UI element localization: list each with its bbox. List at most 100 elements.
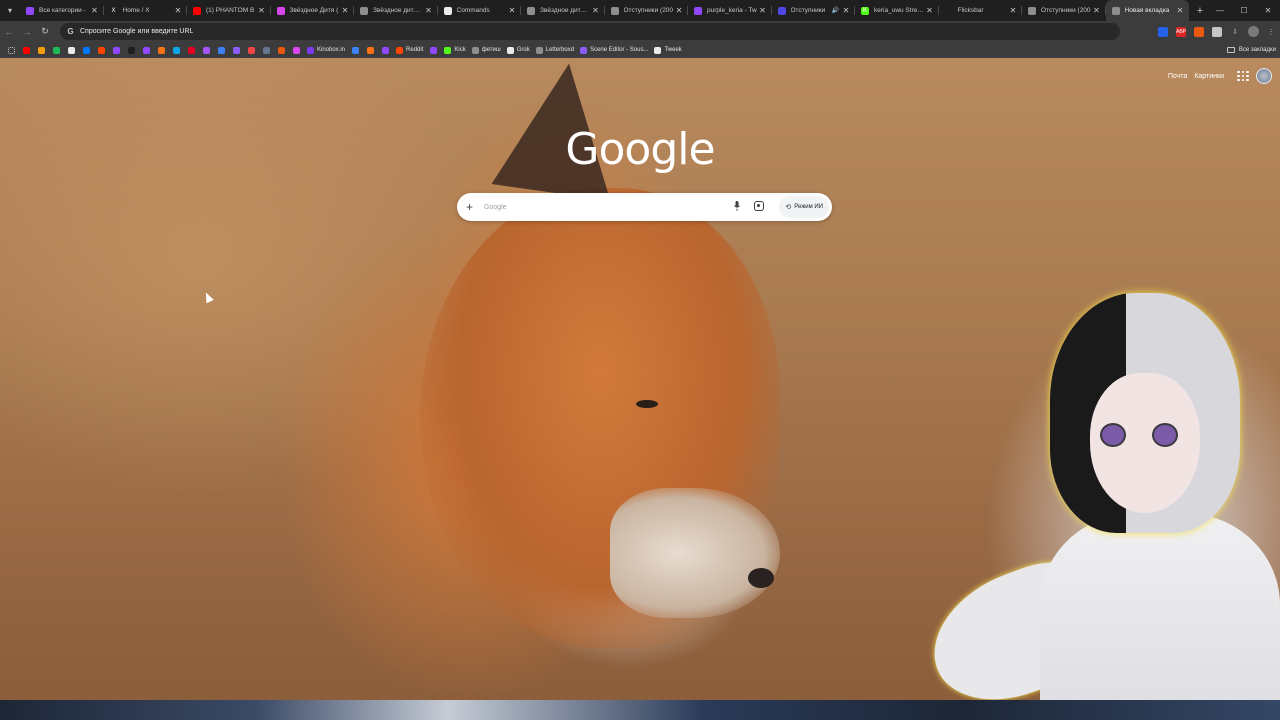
tab-strip: ▾ Все категории - ✕ X Home / X ✕ (1) PHANTOM … xyxy=(0,0,1280,21)
google-lens-icon[interactable] xyxy=(754,201,764,211)
close-tab-icon[interactable]: ✕ xyxy=(424,6,434,15)
bookmark-item[interactable] xyxy=(34,42,49,58)
tab[interactable]: purple_keria - Tw ✕ xyxy=(688,0,772,21)
maximize-button[interactable]: ☐ xyxy=(1232,0,1256,21)
search-box[interactable]: + ⟲ Режим ИИ xyxy=(457,193,832,221)
bookmark-item[interactable] xyxy=(169,42,184,58)
address-bar[interactable]: G Спросите Google или введите URL xyxy=(60,23,1120,40)
close-tab-icon[interactable]: ✕ xyxy=(1175,6,1185,15)
tab[interactable]: Звёздное Дитя (✕ xyxy=(271,0,355,21)
tab-search-button[interactable]: ▾ xyxy=(0,0,20,21)
bookmark-item[interactable] xyxy=(274,42,289,58)
bookmark-item[interactable] xyxy=(109,42,124,58)
bookmark-icon xyxy=(263,46,270,54)
bookmark-item[interactable]: Tweek xyxy=(651,42,684,58)
reddit-icon xyxy=(396,46,404,54)
tab[interactable]: Kkeria_uwu Stream ✕ xyxy=(855,0,939,21)
bookmark-item[interactable]: Kinobox.in xyxy=(304,42,348,58)
bookmark-item[interactable]: Scene Editor - Sous... xyxy=(577,42,651,58)
close-window-button[interactable]: ✕ xyxy=(1256,0,1280,21)
bookmark-item[interactable] xyxy=(426,42,441,58)
tab[interactable]: Flicksbar ✕ xyxy=(939,0,1023,21)
bookmark-item[interactable] xyxy=(214,42,229,58)
close-tab-icon[interactable]: ✕ xyxy=(841,6,851,15)
speaker-icon[interactable]: 🔊 xyxy=(832,7,839,14)
bookmark-item[interactable] xyxy=(289,42,304,58)
close-tab-icon[interactable]: ✕ xyxy=(257,6,267,15)
close-tab-icon[interactable]: ✕ xyxy=(173,6,183,15)
search-input[interactable] xyxy=(484,203,724,211)
apps-icon[interactable] xyxy=(4,42,19,58)
close-tab-icon[interactable]: ✕ xyxy=(758,6,768,15)
bookmark-item[interactable] xyxy=(378,42,393,58)
bookmark-item[interactable] xyxy=(348,42,363,58)
tab[interactable]: (1) PHANTOM B ✕ xyxy=(187,0,271,21)
ai-mode-button[interactable]: ⟲ Режим ИИ xyxy=(779,196,829,218)
minimize-button[interactable]: — xyxy=(1208,0,1232,21)
tab[interactable]: Отступники (200 ✕ xyxy=(605,0,689,21)
menu-icon[interactable]: ⋮ xyxy=(1262,21,1280,42)
tab[interactable]: Отступники 🔊 ✕ xyxy=(772,0,856,21)
tab-title: (1) PHANTOM B xyxy=(206,7,255,14)
downloads-icon[interactable]: ⇩ xyxy=(1226,21,1244,42)
close-tab-icon[interactable]: ✕ xyxy=(90,6,100,15)
extension-button[interactable] xyxy=(1208,21,1226,42)
tab[interactable]: Все категории - ✕ xyxy=(20,0,104,21)
microphone-icon[interactable] xyxy=(734,201,740,211)
google-apps-icon[interactable] xyxy=(1236,69,1250,83)
close-tab-icon[interactable]: ✕ xyxy=(340,6,350,15)
bookmark-item[interactable]: Reddit xyxy=(393,42,426,58)
account-avatar[interactable] xyxy=(1256,68,1272,84)
close-tab-icon[interactable]: ✕ xyxy=(925,6,935,15)
extension-button[interactable]: ABP xyxy=(1172,21,1190,42)
all-bookmarks-button[interactable]: Все закладки xyxy=(1226,42,1276,58)
bookmark-item[interactable] xyxy=(199,42,214,58)
profile-avatar[interactable] xyxy=(1244,21,1262,42)
tab[interactable]: Звёздное дитя (2 ✕ xyxy=(354,0,438,21)
bookmark-item[interactable]: фетиш xyxy=(469,42,504,58)
close-tab-icon[interactable]: ✕ xyxy=(591,6,601,15)
bookmark-item[interactable]: Letterboxd xyxy=(533,42,577,58)
tab[interactable]: Commands ✕ xyxy=(438,0,522,21)
tab[interactable]: X Home / X ✕ xyxy=(104,0,188,21)
bookmark-item[interactable] xyxy=(229,42,244,58)
close-tab-icon[interactable]: ✕ xyxy=(1008,6,1018,15)
bookmark-item[interactable] xyxy=(259,42,274,58)
forward-button[interactable]: → xyxy=(18,21,36,42)
mouse-cursor xyxy=(202,290,214,304)
vtuber-avatar-overlay xyxy=(914,273,1280,720)
bookmark-item[interactable] xyxy=(244,42,259,58)
background-fox-nose xyxy=(748,568,774,588)
browser-window: ▾ Все категории - ✕ X Home / X ✕ (1) PHANTOM … xyxy=(0,0,1280,720)
images-link[interactable]: Картинки xyxy=(1194,73,1224,80)
bookmark-item[interactable]: Kick xyxy=(441,42,468,58)
extension-button[interactable] xyxy=(1154,21,1172,42)
bookmark-item[interactable] xyxy=(154,42,169,58)
tab-title: Flicksbar xyxy=(957,7,984,14)
gmail-link[interactable]: Почта xyxy=(1168,73,1187,80)
bookmark-icon xyxy=(218,46,225,54)
close-tab-icon[interactable]: ✕ xyxy=(507,6,517,15)
reload-button[interactable]: ↻ xyxy=(36,21,54,42)
bookmark-item[interactable] xyxy=(363,42,378,58)
bookmark-item[interactable] xyxy=(184,42,199,58)
bookmark-item[interactable] xyxy=(79,42,94,58)
bookmark-item[interactable] xyxy=(49,42,64,58)
tab[interactable]: Отступники (200 ✕ xyxy=(1022,0,1106,21)
bookmark-item[interactable] xyxy=(124,42,139,58)
close-tab-icon[interactable]: ✕ xyxy=(1092,6,1102,15)
bookmark-item[interactable] xyxy=(94,42,109,58)
add-icon[interactable]: + xyxy=(466,200,476,214)
tab[interactable]: Звёздное дитя (2 ✕ xyxy=(521,0,605,21)
close-tab-icon[interactable]: ✕ xyxy=(674,6,684,15)
tab-active[interactable]: Новая вкладка ✕ xyxy=(1105,0,1189,21)
chat-icon xyxy=(443,6,452,15)
back-button[interactable]: ← xyxy=(0,21,18,42)
extension-button[interactable] xyxy=(1190,21,1208,42)
bookmark-icon xyxy=(128,46,135,54)
new-tab-button[interactable]: + xyxy=(1192,0,1208,21)
bookmark-item[interactable] xyxy=(64,42,79,58)
bookmark-item[interactable] xyxy=(139,42,154,58)
bookmark-item[interactable] xyxy=(19,42,34,58)
bookmark-item[interactable]: Grok xyxy=(504,42,533,58)
